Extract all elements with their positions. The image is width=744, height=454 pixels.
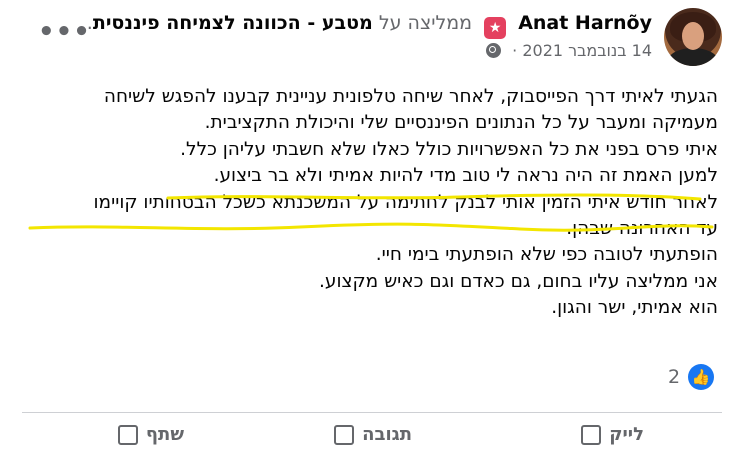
globe-icon	[486, 43, 502, 58]
author-name[interactable]: Anat Harnõy	[518, 12, 652, 34]
body-line: מעמיקה ומעבר על כל הנתונים הפיננסיים שלי…	[204, 112, 718, 134]
body-line: עד האחרונה שבהן.	[566, 218, 718, 240]
action-bar: לייק תגובה שתף	[0, 424, 744, 454]
comment-label: תגובה	[362, 424, 412, 445]
more-options-icon[interactable]: •••	[38, 19, 91, 45]
comment-button[interactable]: תגובה	[334, 424, 412, 445]
reaction-count: 2	[668, 366, 681, 388]
recommendation-badge-icon: ★	[484, 17, 507, 39]
post-header: Anat Harnõy ★ ממליצה על מטבע - הכוונה לצ…	[87, 10, 652, 39]
page-link[interactable]: מטבע - הכוונה לצמיחה פיננסית	[93, 12, 373, 34]
recommendation-post: Anat Harnõy ★ ממליצה על מטבע - הכוונה לצ…	[0, 0, 744, 446]
like-label: לייק	[609, 424, 644, 445]
body-line: הגעתי לאיתי דרך הפייסבוק, לאחר שיחה טלפו…	[103, 86, 718, 107]
reaction-summary[interactable]: 2 👍	[668, 364, 728, 394]
comment-icon	[334, 424, 355, 445]
recommends-text: ממליצה על	[378, 12, 473, 34]
thumbs-up-icon: 👍	[688, 364, 714, 390]
author-avatar[interactable]	[664, 8, 722, 66]
body-line: איתי פרס בפני את כל האפשרויות כולל כאלו …	[180, 138, 718, 160]
post-meta: 14 בנובמבר 2021 ·	[486, 40, 652, 62]
share-icon	[117, 424, 138, 445]
body-line: למען האמת זה היה נראה לי טוב מדי להיות א…	[213, 165, 718, 187]
share-label: שתף	[145, 424, 184, 445]
body-line: הופתעתי לטובה כפי שלא הופתעתי בימי חיי.	[375, 244, 718, 266]
share-button[interactable]: שתף	[117, 424, 184, 445]
body-line: הוא אמיתי, ישר והגון.	[551, 297, 718, 319]
body-line: אני ממליצה עליו בחום, גם כאדם וגם כאיש מ…	[319, 270, 718, 292]
thumbs-up-outline-icon	[581, 424, 602, 445]
divider	[22, 412, 722, 413]
post-date[interactable]: 14 בנובמבר 2021	[522, 41, 652, 60]
like-button[interactable]: לייק	[581, 424, 644, 445]
post-body: הגעתי לאיתי דרך הפייסבוק, לאחר שיחה טלפו…	[20, 84, 718, 322]
body-line: לאחר חודש איתי הזמין אותי לבנק לחתימה על…	[93, 191, 718, 213]
